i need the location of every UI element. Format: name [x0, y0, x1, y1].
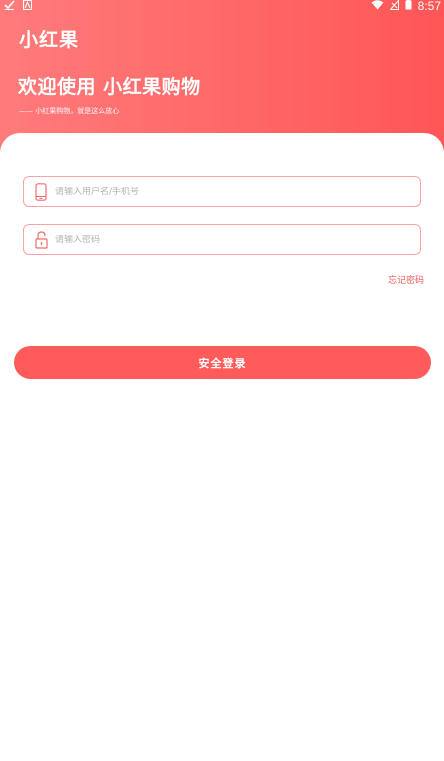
signal-icon	[389, 0, 399, 13]
lock-icon	[27, 230, 55, 249]
login-button[interactable]: 安全登录	[14, 346, 431, 379]
phone-icon	[27, 182, 55, 201]
app-name: 小红果	[19, 29, 80, 51]
username-input[interactable]	[55, 186, 420, 197]
username-field[interactable]	[23, 176, 421, 207]
wifi-icon	[371, 0, 384, 13]
welcome-title: 欢迎使用 小红果购物	[18, 76, 201, 98]
a-badge-icon	[23, 0, 32, 13]
slogan-text: —— 小红果购物，就是这么放心	[19, 107, 120, 115]
status-bar: 8:57	[0, 0, 444, 16]
password-input[interactable]	[55, 234, 420, 245]
status-time: 8:57	[417, 0, 441, 13]
password-field[interactable]	[23, 224, 421, 255]
battery-icon	[405, 0, 412, 13]
check-icon	[4, 0, 15, 13]
forgot-password-link[interactable]: 忘记密码	[388, 273, 424, 286]
